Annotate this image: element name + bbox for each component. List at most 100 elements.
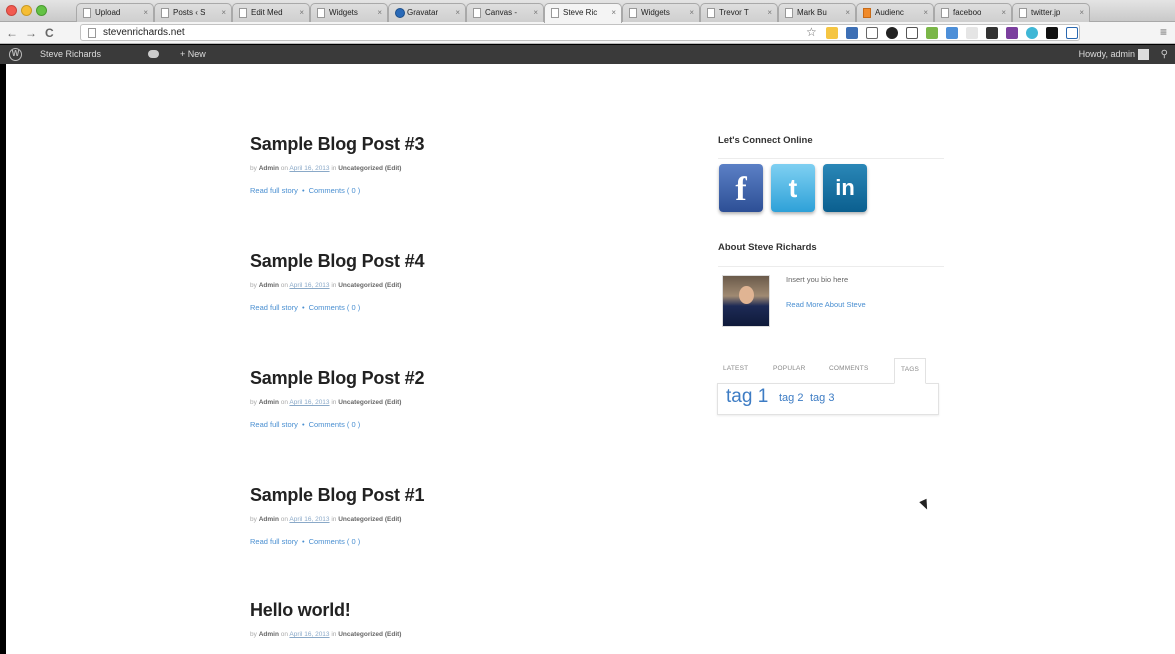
new-content-button[interactable]: + New	[180, 45, 206, 64]
tab-popular[interactable]: POPULAR	[773, 365, 805, 372]
post-date-link[interactable]: April 16, 2013	[289, 399, 329, 406]
comments-bubble-icon[interactable]	[148, 50, 159, 58]
comments-link[interactable]: Comments ( 0 )	[309, 186, 361, 195]
avatar[interactable]	[1138, 49, 1149, 60]
extension-icon[interactable]	[926, 27, 938, 39]
browser-tab[interactable]: Canvas - ×	[466, 3, 544, 22]
tab-close-icon[interactable]: ×	[377, 4, 382, 21]
wordpress-logo-icon[interactable]: W	[9, 48, 22, 61]
post-category-link[interactable]: Uncategorized	[338, 516, 383, 523]
extension-icon[interactable]	[986, 27, 998, 39]
browser-tab[interactable]: Edit Med ×	[232, 3, 310, 22]
tab-close-icon[interactable]: ×	[299, 4, 304, 21]
read-full-story-link[interactable]: Read full story	[250, 186, 298, 195]
close-window-button[interactable]	[6, 5, 17, 16]
doc-icon	[785, 8, 793, 18]
tab-close-icon[interactable]: ×	[1079, 4, 1084, 21]
read-full-story-link[interactable]: Read full story	[250, 537, 298, 546]
reload-button[interactable]: C	[45, 25, 54, 41]
comments-link[interactable]: Comments ( 0 )	[309, 303, 361, 312]
zoom-window-button[interactable]	[36, 5, 47, 16]
extension-icon[interactable]	[906, 27, 918, 39]
read-more-about-link[interactable]: Read More About Steve	[786, 300, 866, 309]
browser-tab[interactable]: Widgets ×	[622, 3, 700, 22]
tag-link[interactable]: tag 2	[779, 392, 803, 404]
post-edit-link[interactable]: (Edit)	[385, 631, 402, 638]
tab-latest[interactable]: LATEST	[723, 365, 748, 372]
tag-link[interactable]: tag 1	[726, 386, 768, 408]
extension-icon[interactable]	[866, 27, 878, 39]
post-author-link[interactable]: Admin	[259, 631, 279, 638]
tab-close-icon[interactable]: ×	[533, 4, 538, 21]
extension-icon[interactable]	[826, 27, 838, 39]
tab-close-icon[interactable]: ×	[923, 4, 928, 21]
tab-close-icon[interactable]: ×	[455, 4, 460, 21]
tab-comments[interactable]: COMMENTS	[829, 365, 869, 372]
read-full-story-link[interactable]: Read full story	[250, 303, 298, 312]
search-icon[interactable]: ⚲	[1161, 45, 1168, 64]
bookmark-star-icon[interactable]: ☆	[806, 24, 817, 40]
howdy-user-link[interactable]: Howdy, admin	[1079, 45, 1135, 64]
browser-tab[interactable]: Upload ×	[76, 3, 154, 22]
browser-tab[interactable]: faceboo ×	[934, 3, 1012, 22]
browser-tab-active[interactable]: Steve Ric ×	[544, 3, 622, 23]
tab-close-icon[interactable]: ×	[767, 4, 772, 21]
post-author-link[interactable]: Admin	[259, 399, 279, 406]
site-name-link[interactable]: Steve Richards	[40, 45, 101, 64]
back-button[interactable]: ←	[6, 25, 18, 41]
extension-icon[interactable]	[946, 27, 958, 39]
post-author-link[interactable]: Admin	[259, 282, 279, 289]
post-date-link[interactable]: April 16, 2013	[289, 516, 329, 523]
browser-tab[interactable]: Trevor T ×	[700, 3, 778, 22]
browser-tab[interactable]: twitter.jp ×	[1012, 3, 1090, 22]
browser-tab[interactable]: Audienc ×	[856, 3, 934, 22]
extension-icon[interactable]	[966, 27, 978, 39]
minimize-window-button[interactable]	[21, 5, 32, 16]
twitter-icon[interactable]: t	[771, 164, 815, 212]
extension-icon[interactable]	[1026, 27, 1038, 39]
post-category-link[interactable]: Uncategorized	[338, 282, 383, 289]
post-title[interactable]: Sample Blog Post #3	[250, 134, 550, 155]
tab-tags[interactable]: TAGS	[894, 358, 927, 384]
tab-close-icon[interactable]: ×	[689, 4, 694, 21]
linkedin-icon[interactable]: in	[823, 164, 867, 212]
doc-icon	[239, 8, 247, 18]
comments-link[interactable]: Comments ( 0 )	[309, 420, 361, 429]
extension-icon[interactable]	[1066, 27, 1078, 39]
post-edit-link[interactable]: (Edit)	[385, 516, 402, 523]
menu-icon[interactable]: ≡	[1160, 24, 1167, 40]
browser-tab[interactable]: Gravatar ×	[388, 3, 466, 22]
post-date-link[interactable]: April 16, 2013	[289, 282, 329, 289]
tab-close-icon[interactable]: ×	[611, 4, 616, 21]
comments-link[interactable]: Comments ( 0 )	[309, 537, 361, 546]
read-full-story-link[interactable]: Read full story	[250, 420, 298, 429]
extension-icon[interactable]	[886, 27, 898, 39]
post-category-link[interactable]: Uncategorized	[338, 399, 383, 406]
post-edit-link[interactable]: (Edit)	[385, 165, 402, 172]
post-date-link[interactable]: April 16, 2013	[289, 631, 329, 638]
extension-icon[interactable]	[846, 27, 858, 39]
extension-icon[interactable]	[1006, 27, 1018, 39]
post-title[interactable]: Sample Blog Post #1	[250, 485, 550, 506]
post-date-link[interactable]: April 16, 2013	[289, 165, 329, 172]
post-edit-link[interactable]: (Edit)	[385, 282, 402, 289]
post-title[interactable]: Sample Blog Post #2	[250, 368, 550, 389]
facebook-icon[interactable]: f	[719, 164, 763, 212]
browser-tab[interactable]: Mark Bu ×	[778, 3, 856, 22]
forward-button[interactable]: →	[25, 25, 37, 41]
post-edit-link[interactable]: (Edit)	[385, 399, 402, 406]
tab-close-icon[interactable]: ×	[1001, 4, 1006, 21]
post-title[interactable]: Hello world!	[250, 600, 550, 621]
extension-icon[interactable]	[1046, 27, 1058, 39]
browser-tab[interactable]: Widgets ×	[310, 3, 388, 22]
tag-link[interactable]: tag 3	[810, 392, 834, 404]
post-author-link[interactable]: Admin	[259, 165, 279, 172]
tab-close-icon[interactable]: ×	[221, 4, 226, 21]
post-author-link[interactable]: Admin	[259, 516, 279, 523]
post-category-link[interactable]: Uncategorized	[338, 165, 383, 172]
browser-tab[interactable]: Posts ‹ S ×	[154, 3, 232, 22]
tab-close-icon[interactable]: ×	[845, 4, 850, 21]
post-title[interactable]: Sample Blog Post #4	[250, 251, 550, 272]
tab-close-icon[interactable]: ×	[143, 4, 148, 21]
post-category-link[interactable]: Uncategorized	[338, 631, 383, 638]
